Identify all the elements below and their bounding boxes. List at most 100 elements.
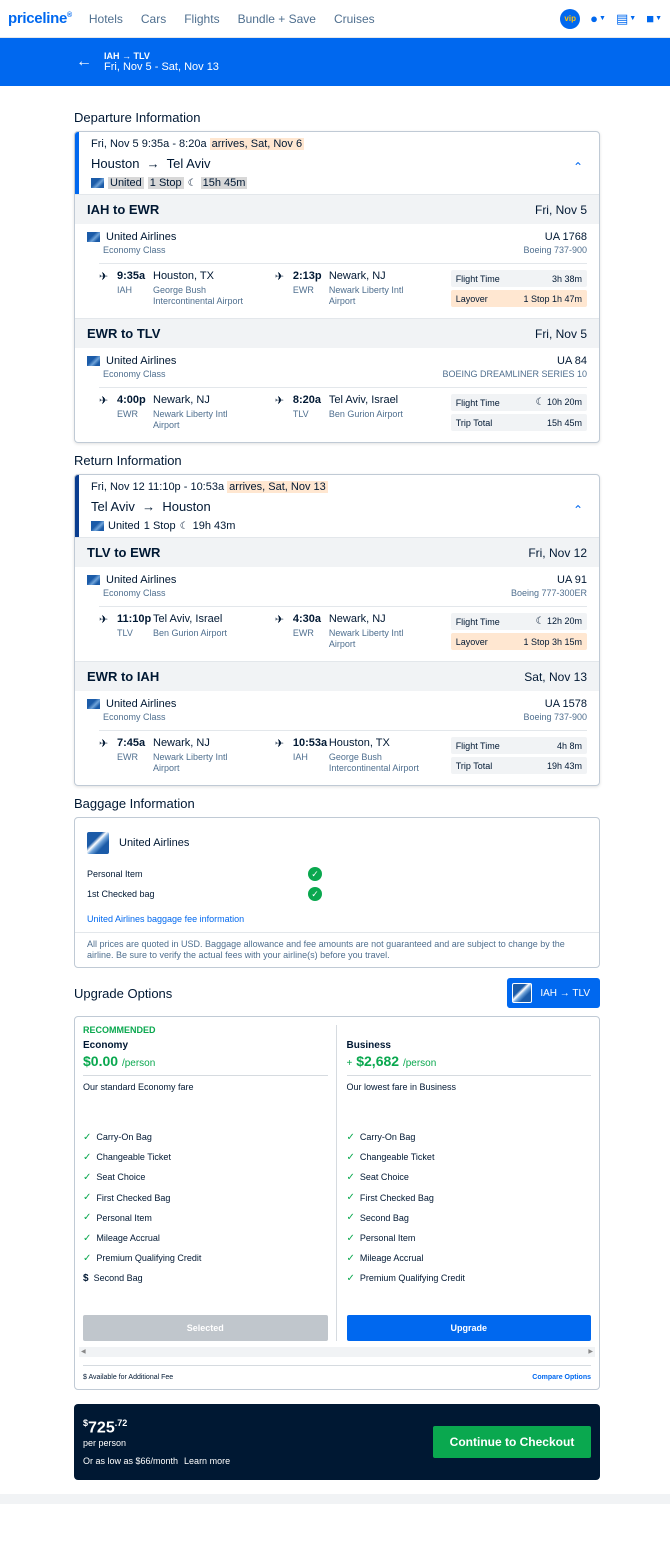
check-icon: ✓ [83, 1171, 92, 1183]
horizontal-scrollbar[interactable]: ◀ ▶ [79, 1346, 595, 1357]
leg-header: IAH to EWR Fri, Nov 5 [75, 194, 599, 224]
chevron-down-icon: ▼ [629, 15, 637, 22]
business-fare-column: Business + $2,682 /person Our lowest far… [335, 1025, 591, 1341]
check-icon: ✓ [83, 1131, 92, 1143]
vip-badge[interactable]: vip [560, 8, 581, 29]
user-icon: ● [590, 11, 599, 26]
check-icon: ✓ [83, 1232, 92, 1244]
check-icon: ✓ [83, 1252, 92, 1264]
takeoff-icon: ✈ [99, 395, 109, 407]
flight-segment: ✈ 7:45a EWR Newark, NJ Newark Liberty Intl A… [99, 730, 588, 777]
top-nav: priceline® Hotels Cars Flights Bundle + … [0, 0, 670, 38]
total-price: $725.72 [83, 1417, 128, 1436]
united-logo-icon [91, 521, 104, 531]
upgrade-card: RECOMMENDED Economy $0.00 /person Our st… [74, 1016, 600, 1390]
upgrade-button[interactable]: Upgrade [346, 1314, 591, 1341]
chevron-up-icon[interactable]: ⌃ [573, 160, 583, 174]
check-circle-icon: ✓ [308, 887, 322, 901]
baggage-card: United Airlines Personal Item ✓ 1st Check… [74, 817, 600, 968]
upgrade-route-tab[interactable]: IAH → TLV [507, 978, 600, 1008]
recommended-badge: RECOMMENDED [83, 1025, 156, 1035]
economy-fare-column: RECOMMENDED Economy $0.00 /person Our st… [83, 1025, 336, 1341]
arrow-right-icon: → [138, 499, 159, 514]
scroll-left-icon[interactable]: ◀ [81, 1348, 86, 1355]
check-icon: ✓ [83, 1212, 92, 1224]
landing-icon: ✈ [274, 271, 285, 283]
flight-number: UA 1768 [544, 231, 587, 243]
flight-segment: ✈ 9:35a IAH Houston, TX George Bush Intercon… [99, 263, 588, 310]
arrow-right-icon: → [143, 156, 164, 171]
dollar-icon: $ [83, 1373, 87, 1381]
baggage-row: Personal Item ✓ [87, 864, 587, 884]
baggage-title: Baggage Information [74, 796, 195, 811]
learn-more-link[interactable]: Learn more [184, 1456, 230, 1466]
moon-icon: ☾ [187, 177, 197, 189]
check-icon: ✓ [346, 1272, 355, 1284]
nav-cruises[interactable]: Cruises [334, 12, 375, 26]
departure-card: Fri, Nov 5 9:35a - 8:20a arrives, Sat, N… [74, 131, 600, 443]
leg-header: TLV to EWR Fri, Nov 12 [75, 537, 599, 567]
checkout-bar: $725.72 per person Or as low as $66/mont… [74, 1403, 600, 1480]
continue-to-checkout-button[interactable]: Continue to Checkout [433, 1425, 591, 1458]
chevron-up-icon[interactable]: ⌃ [573, 503, 583, 517]
page-footer [0, 1493, 670, 1504]
united-logo-icon [91, 178, 104, 188]
check-icon: ✓ [346, 1171, 355, 1183]
united-logo-icon [87, 699, 100, 709]
takeoff-icon: ✈ [99, 271, 109, 283]
check-icon: ✓ [346, 1252, 355, 1264]
check-icon: ✓ [346, 1232, 355, 1244]
briefcase-icon: ▤ [615, 10, 629, 26]
account-menu[interactable]: ● ▼ [590, 11, 606, 26]
compare-options-link[interactable]: Compare Options [532, 1374, 591, 1381]
takeoff-icon: ✈ [99, 614, 109, 626]
check-icon: ✓ [346, 1212, 355, 1224]
header-route: IAH → TLV [104, 51, 150, 61]
flight-segment: ✈ 4:00p EWR Newark, NJ Newark Liberty Intl A… [99, 387, 588, 434]
flight-number: UA 1578 [544, 698, 587, 710]
trip-header: ← IAH → TLV Fri, Nov 5 - Sat, Nov 13 [0, 38, 670, 86]
united-logo-icon [87, 575, 100, 585]
united-logo-icon [512, 983, 533, 1003]
upgrade-title: Upgrade Options [74, 985, 173, 1001]
trips-menu[interactable]: ▤ ▼ [616, 11, 636, 27]
nav-bundle[interactable]: Bundle + Save [238, 12, 316, 26]
leg-header: EWR to TLV Fri, Nov 5 [75, 318, 599, 348]
landing-icon: ✈ [274, 395, 285, 407]
united-logo-icon [87, 232, 100, 242]
leg-header: EWR to IAH Sat, Nov 13 [75, 661, 599, 691]
help-icon: ■ [646, 11, 655, 26]
chevron-down-icon: ▼ [655, 15, 662, 22]
united-logo-icon [87, 832, 109, 854]
header-dates: Fri, Nov 5 - Sat, Nov 13 [104, 61, 219, 73]
check-icon: ✓ [346, 1151, 355, 1163]
baggage-fee-link[interactable]: United Airlines baggage fee information [87, 914, 587, 924]
back-arrow-icon[interactable]: ← [76, 53, 92, 71]
departure-summary[interactable]: Fri, Nov 5 9:35a - 8:20a arrives, Sat, N… [75, 132, 599, 194]
flight-segment: ✈ 11:10p TLV Tel Aviv, Israel Ben Gurion Air… [99, 606, 588, 653]
flight-number: UA 84 [557, 355, 587, 367]
takeoff-icon: ✈ [99, 738, 109, 750]
check-circle-icon: ✓ [308, 867, 322, 881]
check-icon: ✓ [346, 1192, 355, 1204]
dollar-icon: $ [83, 1272, 89, 1284]
chevron-down-icon: ▼ [599, 15, 606, 22]
nav-cars[interactable]: Cars [141, 12, 166, 26]
landing-icon: ✈ [274, 614, 285, 626]
return-card: Fri, Nov 12 11:10p - 10:53a arrives, Sat… [74, 474, 600, 786]
scroll-right-icon[interactable]: ▶ [588, 1348, 593, 1355]
landing-icon: ✈ [274, 738, 285, 750]
priceline-logo[interactable]: priceline® [8, 10, 72, 27]
nav-hotels[interactable]: Hotels [89, 12, 123, 26]
return-title: Return Information [74, 453, 182, 468]
return-summary[interactable]: Fri, Nov 12 11:10p - 10:53a arrives, Sat… [75, 475, 599, 537]
moon-icon: ☾ [179, 520, 189, 532]
nav-flights[interactable]: Flights [184, 12, 219, 26]
united-logo-icon [87, 356, 100, 366]
check-icon: ✓ [346, 1131, 355, 1143]
moon-icon: ☾ [535, 397, 545, 408]
help-menu[interactable]: ■ ▼ [646, 11, 662, 26]
baggage-disclaimer: All prices are quoted in USD. Baggage al… [75, 932, 599, 967]
selected-button[interactable]: Selected [83, 1314, 328, 1341]
departure-title: Departure Information [74, 110, 201, 125]
